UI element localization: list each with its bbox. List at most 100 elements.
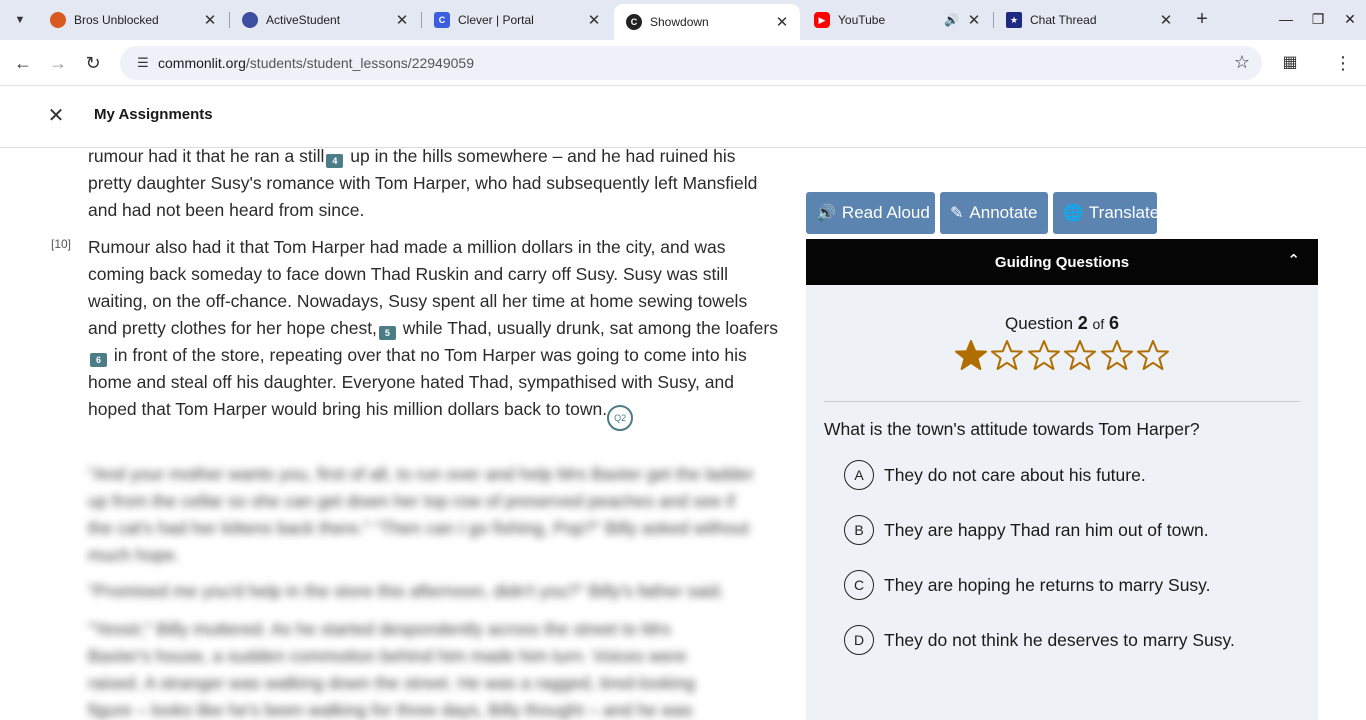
question-total: 6 [1108,313,1119,333]
tab-showdown[interactable]: C Showdown ✕ [614,4,800,40]
close-icon: ✕ [1344,11,1356,27]
answer-choice-a[interactable]: A They do not care about his future. [844,460,1146,490]
question-marker[interactable]: Q2 [607,405,634,431]
choice-letter: C [844,570,874,600]
of-label: of [1092,316,1105,332]
bookmark-star-icon[interactable]: ☆ [1234,52,1250,73]
footnote-marker[interactable]: 4 [326,154,344,168]
address-bar[interactable]: ☰ commonlit.org/students/student_lessons… [120,46,1262,80]
answer-choice-d[interactable]: D They do not think he deserves to marry… [844,625,1235,655]
globe-icon: 🌐 [1063,205,1083,222]
arrow-left-icon: ← [14,52,32,73]
star-outline-icon [1027,340,1060,370]
question-current: 2 [1077,313,1088,333]
close-icon[interactable]: ✕ [1156,10,1176,30]
question-label: Question [1005,314,1074,333]
minimize-button[interactable]: — [1270,8,1302,30]
question-counter: Question 2 of 6 [806,313,1318,334]
close-icon[interactable]: ✕ [772,12,792,32]
paragraph-number: [10] [51,237,72,251]
divider [824,401,1300,402]
star-outline-icon [1136,340,1169,370]
site-settings-icon[interactable]: ☰ [128,55,158,71]
button-label: Read Aloud [841,203,930,222]
choice-letter: D [844,625,874,655]
reading-pane: rumour had it that he ran a still 4 up in… [0,148,790,720]
footnote-marker[interactable]: 6 [90,353,107,367]
minimize-icon: — [1279,11,1293,27]
choice-letter: B [844,515,874,545]
close-lesson-button[interactable]: ✕ [44,104,68,128]
tab-title: Chat Thread [1030,13,1097,27]
chevron-down-icon: ▼ [14,14,26,26]
back-button[interactable]: ← [8,48,38,78]
answer-choice-b[interactable]: B They are happy Thad ran him out of tow… [844,515,1209,545]
choice-text: They are happy Thad ran him out of town. [884,519,1209,540]
annotate-button[interactable]: ✎ Annotate [940,192,1048,234]
plus-icon: + [1196,8,1208,30]
clever-icon: C [434,12,450,28]
extensions-button[interactable]: ▦ [1276,49,1304,77]
tab-title: ActiveStudent [266,13,341,27]
tab-title: Showdown [650,15,709,29]
paragraph-9: rumour had it that he ran a still 4 up in… [88,148,778,224]
star-outline-icon [1100,340,1133,370]
tab-title: Bros Unblocked [74,13,159,27]
guiding-questions-panel: Question 2 of 6 What is the town's attit… [806,285,1318,720]
basketball-icon [50,12,66,28]
guiding-questions-title: Guiding Questions [994,253,1130,271]
close-icon[interactable]: ✕ [200,10,220,30]
arrow-right-icon: → [49,52,67,73]
tab-youtube[interactable]: ▶ YouTube 🔊 ✕ [802,0,992,40]
answer-choice-c[interactable]: C They are hoping he returns to marry Su… [844,570,1211,600]
guiding-questions-header[interactable]: Guiding Questions ⌃ [806,239,1318,285]
reload-icon: ↻ [85,52,101,73]
locked-paragraph: "Yessir," Billy muttered. As he started … [88,619,695,720]
tab-bros-unblocked[interactable]: Bros Unblocked ✕ [38,0,228,40]
read-aloud-button[interactable]: 🔊 Read Aloud [806,192,935,234]
highlighter-icon: ✎ [950,205,964,222]
page-title[interactable]: My Assignments [94,106,213,123]
restore-icon: ❐ [1311,11,1325,27]
forward-button[interactable]: → [43,48,73,78]
badge-icon: ★ [1006,12,1022,28]
tab-activestudent[interactable]: ActiveStudent ✕ [230,0,420,40]
browser-tab-strip: ▼ Bros Unblocked ✕ ActiveStudent ✕ C Cle… [0,0,1366,40]
choice-text: They do not think he deserves to marry S… [884,629,1235,650]
locked-paragraph: "Promised me you'd help in the store thi… [88,581,725,601]
close-icon[interactable]: ✕ [392,10,412,30]
youtube-icon: ▶ [814,12,830,28]
tab-title: YouTube [838,13,886,27]
footnote-marker[interactable]: 5 [378,326,396,340]
button-label: Translate [1088,203,1160,222]
globe-icon [242,12,258,28]
paragraph-text: in front of the store, repeating over th… [88,345,747,419]
paragraph-10: Rumour also had it that Tom Harper had m… [88,234,778,431]
tab-search-button[interactable]: ▼ [6,8,34,32]
close-icon[interactable]: ✕ [964,10,984,30]
tab-chat-thread[interactable]: ★ Chat Thread ✕ [994,0,1184,40]
tab-clever-portal[interactable]: C Clever | Portal ✕ [422,0,612,40]
browser-menu-button[interactable]: ⋮ [1330,49,1356,77]
choice-text: They do not care about his future. [884,464,1146,485]
chevron-up-icon[interactable]: ⌃ [1287,251,1300,269]
more-vertical-icon: ⋮ [1334,53,1352,73]
speaker-icon[interactable]: 🔊 [944,13,962,27]
reload-button[interactable]: ↻ [78,48,108,78]
close-icon[interactable]: ✕ [584,10,604,30]
question-text: What is the town's attitude towards Tom … [824,419,1200,439]
locked-paragraph: "And your mother wants you, first of all… [88,464,754,565]
star-outline-icon [991,340,1024,370]
puzzle-icon: ▦ [1282,54,1298,71]
url-host: commonlit.org [158,55,246,71]
paragraph-text: while Thad, usually drunk, sat among the… [397,318,778,338]
paragraph-text: rumour had it that he ran a still [88,148,325,166]
close-window-button[interactable]: ✕ [1334,8,1366,30]
restore-button[interactable]: ❐ [1302,8,1334,30]
translate-button[interactable]: 🌐 Translate [1053,192,1160,234]
close-icon: ✕ [47,105,65,127]
commonlit-icon: C [626,14,642,30]
star-filled-icon [955,340,987,370]
new-tab-button[interactable]: + [1190,8,1214,32]
tab-title: Clever | Portal [458,13,534,27]
